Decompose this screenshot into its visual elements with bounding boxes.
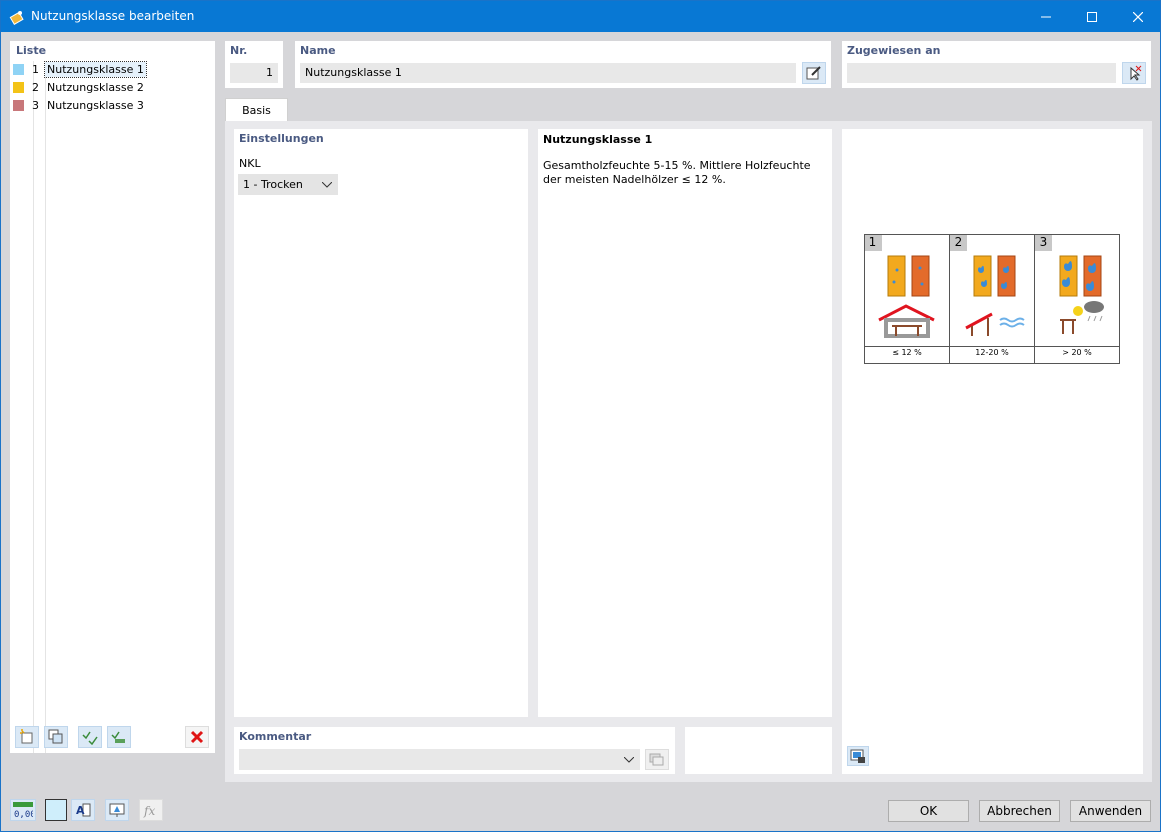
check-all-icon: [82, 731, 98, 745]
name-panel: Name Nutzungsklasse 1: [295, 41, 831, 88]
assigned-panel: Zugewiesen an: [842, 41, 1151, 88]
cancel-button[interactable]: Abbrechen: [979, 800, 1060, 822]
class-2-number: 2: [954, 235, 963, 249]
info-title: Nutzungsklasse 1: [543, 133, 653, 146]
window-title: Nutzungsklasse bearbeiten: [31, 9, 195, 23]
edit-name-button[interactable]: [802, 62, 826, 84]
list-item[interactable]: 2 Nutzungsklasse 2: [10, 79, 210, 97]
nr-panel: Nr. 1: [225, 41, 283, 88]
name-field[interactable]: Nutzungsklasse 1: [300, 63, 796, 83]
apply-button[interactable]: Anwenden: [1070, 800, 1151, 822]
image-options-button[interactable]: [847, 746, 869, 766]
comment-library-icon: [649, 753, 664, 765]
settings-panel: Einstellungen NKL 1 - Trocken: [234, 129, 528, 717]
nr-label: Nr.: [230, 44, 248, 57]
color-button[interactable]: [45, 799, 67, 821]
title-bar: Nutzungsklasse bearbeiten: [1, 1, 1160, 32]
class-1-range: ≤ 12 %: [892, 348, 922, 357]
units-button[interactable]: 0,00: [10, 799, 36, 821]
copy-icon: [48, 729, 63, 744]
nkl-select[interactable]: 1 - Trocken: [238, 174, 338, 195]
nkl-select-value: 1 - Trocken: [243, 178, 303, 191]
new-item-button[interactable]: [15, 726, 39, 748]
minimize-icon: [1041, 16, 1051, 17]
toggle-check-button[interactable]: [107, 726, 131, 748]
class-3-range: > 20 %: [1062, 348, 1092, 357]
close-icon: [1133, 11, 1143, 22]
comment-library-button[interactable]: [645, 749, 669, 770]
ok-button[interactable]: OK: [888, 800, 969, 822]
chevron-down-icon: [322, 182, 332, 188]
delete-button[interactable]: [185, 726, 209, 748]
assigned-label: Zugewiesen an: [847, 44, 941, 57]
comment-panel: Kommentar: [234, 727, 675, 774]
new-item-icon: [20, 729, 33, 744]
info-text: Gesamtholzfeuchte 5-15 %. Mittlere Holzf…: [543, 159, 811, 186]
service-class-diagram: [864, 234, 1120, 364]
decimal-places-icon: 0,00: [13, 802, 33, 818]
chevron-down-icon: [624, 757, 634, 763]
info-button[interactable]: A: [71, 799, 95, 821]
list-panel: Liste 1 Nutzungsklasse 1 2 Nutzungsklass…: [10, 41, 215, 753]
list-label: Liste: [16, 44, 47, 57]
comment-label: Kommentar: [239, 730, 312, 743]
dialog-client: Liste 1 Nutzungsklasse 1 2 Nutzungsklass…: [1, 32, 1160, 831]
tab-basis[interactable]: Basis: [225, 98, 288, 122]
color-swatch: [13, 82, 24, 93]
info-panel: Nutzungsklasse 1 Gesamtholzfeuchte 5-15 …: [538, 129, 832, 717]
info-table-icon: A: [76, 803, 91, 817]
delete-icon: [190, 730, 204, 744]
list-item[interactable]: 3 Nutzungsklasse 3: [10, 97, 210, 115]
close-button[interactable]: [1115, 1, 1161, 32]
class-3-number: 3: [1039, 235, 1048, 249]
image-panel: 1 2 3 ≤ 12 % 12-20 % > 20 %: [842, 129, 1143, 774]
select-assigned-button[interactable]: [1122, 62, 1146, 84]
svg-text:fx: fx: [143, 804, 155, 818]
formula-icon: fx: [143, 804, 155, 818]
tab-content: Einstellungen NKL 1 - Trocken Nutzungskl…: [225, 121, 1152, 782]
settings-label: Einstellungen: [239, 132, 324, 145]
class-1-number: 1: [868, 235, 877, 249]
image-options-icon: [850, 749, 865, 763]
maximize-icon: [1087, 11, 1097, 22]
spare-panel: [685, 727, 832, 774]
view-model-icon: [109, 803, 125, 817]
comment-field[interactable]: [239, 749, 640, 770]
class-2-range: 12-20 %: [975, 348, 1009, 357]
nr-field[interactable]: 1: [230, 63, 278, 83]
assigned-field[interactable]: [847, 63, 1116, 83]
minimize-button[interactable]: [1023, 1, 1069, 32]
nkl-label: NKL: [239, 157, 261, 170]
color-swatch: [13, 64, 24, 75]
list-item[interactable]: 1 Nutzungsklasse 1: [10, 61, 210, 79]
pointer-select-icon: [1130, 65, 1142, 81]
check-all-button[interactable]: [78, 726, 102, 748]
dialog-window: Nutzungsklasse bearbeiten Liste 1 Nutzun…: [0, 0, 1161, 832]
color-swatch: [13, 100, 24, 111]
name-label: Name: [300, 44, 336, 57]
app-icon: [9, 9, 25, 26]
toggle-check-icon: [111, 731, 125, 743]
maximize-button[interactable]: [1069, 1, 1115, 32]
svg-text:A: A: [76, 804, 85, 817]
copy-item-button[interactable]: [44, 726, 68, 748]
edit-icon: [806, 66, 821, 80]
formula-button[interactable]: fx: [139, 799, 163, 821]
tab-basis-label: Basis: [242, 104, 271, 117]
svg-text:0,00: 0,00: [14, 810, 33, 818]
view-button[interactable]: [105, 799, 129, 821]
